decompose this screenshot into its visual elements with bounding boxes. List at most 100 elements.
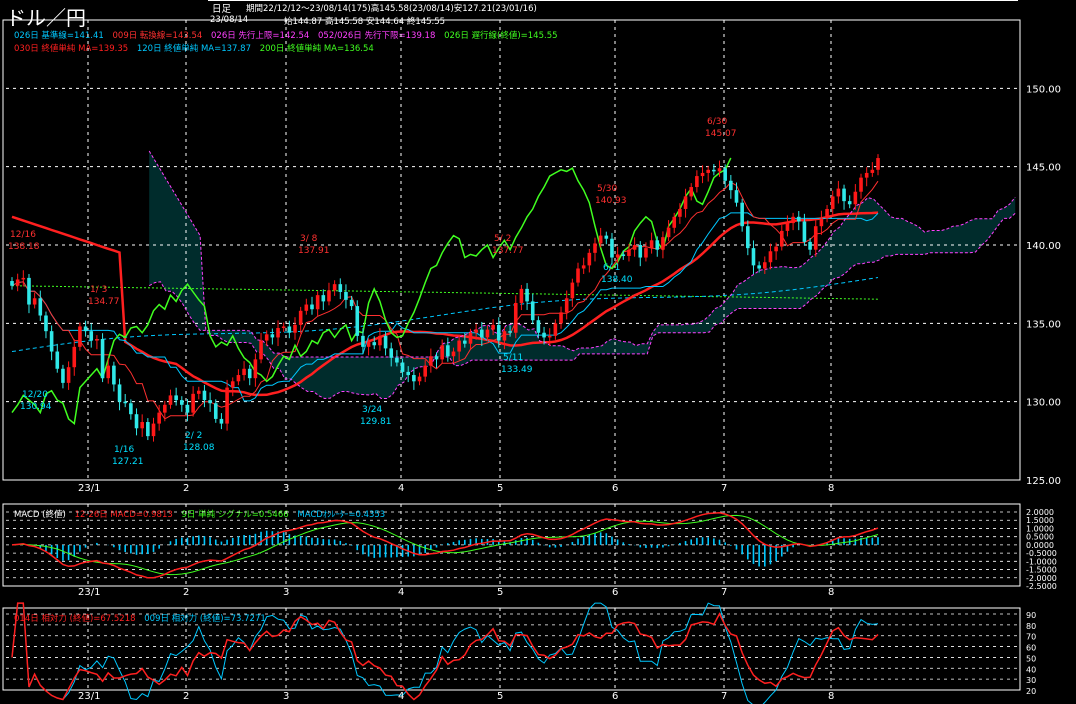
candle-body: [564, 298, 569, 313]
candle-body: [723, 168, 727, 181]
candle: [570, 278, 575, 307]
candle: [236, 369, 241, 386]
candle-body: [208, 400, 212, 404]
candle-body: [61, 368, 65, 383]
candle: [796, 211, 801, 231]
candle: [332, 280, 337, 296]
x-axis-label: 23/1: [78, 587, 100, 598]
candle: [253, 353, 258, 387]
candle-body: [83, 326, 88, 332]
candle: [864, 167, 869, 187]
candle: [779, 225, 784, 251]
candle: [344, 284, 348, 309]
candle: [553, 319, 558, 340]
candle: [140, 414, 144, 437]
x-axis-label: 6: [612, 587, 618, 598]
candle-body: [695, 176, 699, 188]
candle-body: [513, 302, 518, 333]
annotation-date: 6/30: [707, 117, 727, 127]
candle-body: [746, 226, 750, 249]
candle: [49, 325, 54, 361]
candle-body: [434, 356, 439, 360]
candle-body: [429, 356, 433, 366]
x-axis-label: 3: [283, 587, 289, 598]
candle-body: [236, 375, 241, 382]
candle-body: [712, 169, 716, 172]
candle: [281, 322, 286, 332]
candle-body: [644, 248, 648, 258]
candle-body: [762, 262, 767, 269]
price-tick-label: 135.00: [1026, 319, 1061, 330]
candle-body: [757, 265, 761, 269]
candle-body: [264, 334, 269, 341]
candle-body: [593, 243, 597, 253]
x-axis-label: 4: [398, 587, 404, 598]
candle: [95, 335, 99, 350]
candle-body: [49, 331, 54, 352]
candle: [208, 392, 212, 412]
candle: [689, 183, 694, 201]
candle-body: [270, 334, 275, 338]
candle-body: [344, 292, 348, 300]
candle-body: [847, 201, 852, 205]
candle: [842, 184, 846, 210]
candle-body: [598, 235, 603, 244]
candle: [304, 298, 309, 315]
candle-body: [689, 187, 694, 197]
candle-body: [678, 208, 682, 217]
annotation-value: 138.18: [8, 242, 40, 252]
candle-body: [129, 403, 133, 415]
candle-body: [372, 342, 377, 346]
annotation-date: 5/11: [503, 353, 523, 363]
candle-body: [842, 188, 846, 202]
candle-body: [876, 158, 880, 170]
candle-body: [819, 218, 824, 227]
candle-body: [491, 324, 495, 330]
candle: [117, 378, 122, 411]
candle-body: [361, 335, 365, 347]
candle: [695, 170, 699, 193]
rsi14-line: [11, 602, 879, 701]
candle-body: [740, 202, 744, 227]
candle: [15, 273, 20, 292]
candle-body: [327, 290, 331, 302]
x-axis-label: 8: [828, 691, 834, 702]
candle-body: [389, 348, 394, 358]
candle: [446, 337, 450, 362]
candle: [576, 262, 580, 287]
candle-body: [604, 235, 609, 239]
candle-body: [508, 331, 512, 333]
candle: [259, 332, 263, 364]
candle-body: [366, 342, 371, 347]
candle: [530, 293, 535, 325]
candle-body: [321, 295, 326, 302]
candle-body: [395, 357, 399, 363]
candle: [168, 389, 173, 409]
candle: [298, 306, 303, 334]
candle: [242, 361, 246, 381]
candle-body: [457, 340, 461, 352]
x-axis-label: 7: [721, 587, 727, 598]
candle-body: [570, 282, 575, 299]
price-tick-label: 125.00: [1026, 476, 1061, 487]
candle-body: [451, 351, 456, 357]
candle-body: [338, 284, 343, 292]
candle-body: [440, 345, 444, 360]
candle-body: [157, 412, 161, 424]
candle-body: [768, 251, 773, 263]
candle: [202, 384, 207, 408]
candle: [740, 198, 744, 232]
candle: [191, 386, 195, 417]
candle-body: [15, 279, 20, 286]
candle-body: [530, 301, 535, 321]
candle: [870, 162, 875, 177]
x-axis-label: 2: [183, 483, 189, 494]
x-axis-label: 4: [398, 691, 404, 702]
candle-body: [146, 422, 150, 437]
candle: [610, 232, 614, 265]
candle-body: [174, 395, 178, 401]
rsi9-line: [11, 602, 879, 704]
candle-body: [581, 265, 586, 269]
candle-body: [853, 191, 858, 205]
candle-body: [559, 312, 563, 324]
